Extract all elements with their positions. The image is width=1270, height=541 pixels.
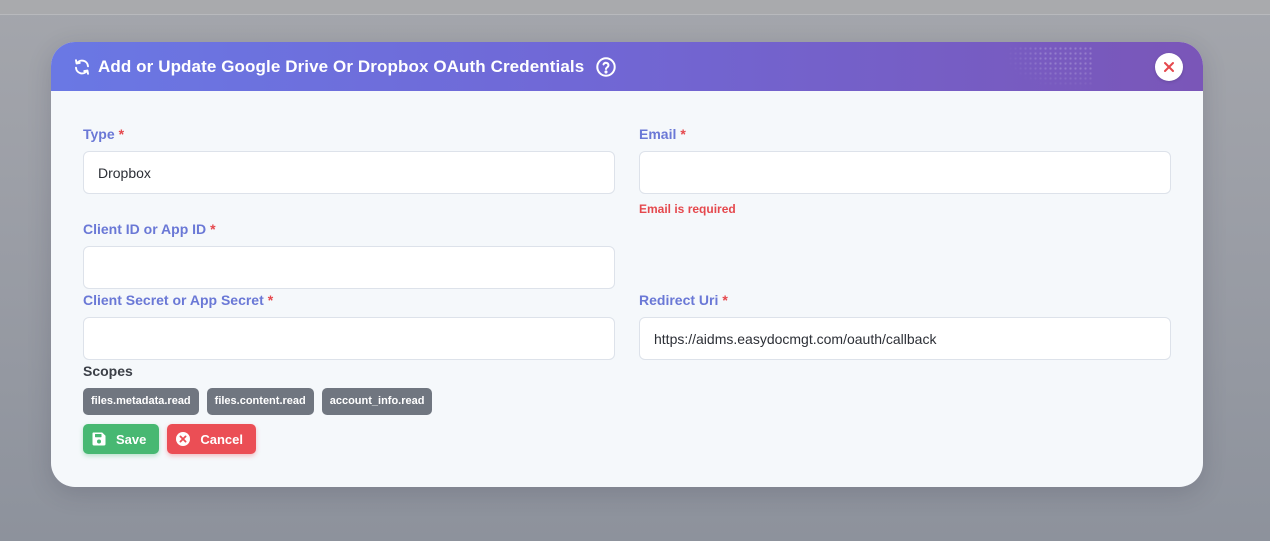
cancel-button-label: Cancel [200, 431, 244, 447]
client-secret-input[interactable] [83, 317, 615, 360]
required-mark: * [722, 292, 728, 308]
type-label-text: Type [83, 126, 115, 142]
redirect-uri-label: Redirect Uri * [639, 292, 728, 308]
client-id-input[interactable] [83, 246, 615, 289]
floppy-disk-icon [91, 431, 107, 447]
cancel-button[interactable]: Cancel [167, 424, 257, 454]
email-label-text: Email [639, 126, 677, 142]
scopes-list: files.metadata.read files.content.read a… [83, 388, 440, 415]
required-mark: * [267, 292, 274, 308]
header-decoration [1003, 46, 1093, 90]
scope-badge-files-metadata-read[interactable]: files.metadata.read [83, 388, 199, 415]
save-button-label: Save [116, 431, 147, 447]
type-input[interactable] [83, 151, 615, 194]
scopes-label: Scopes [83, 363, 133, 379]
client-id-label-text: Client ID or App ID [83, 221, 207, 237]
scope-badge-account-info-read[interactable]: account_info.read [321, 388, 433, 415]
modal-header: Add or Update Google Drive Or Dropbox OA… [51, 42, 1203, 91]
modal-title: Add or Update Google Drive Or Dropbox OA… [98, 56, 585, 76]
required-mark: * [680, 126, 686, 142]
close-circle-icon [175, 431, 191, 447]
form-actions: Save Cancel [83, 424, 264, 454]
help-circle-icon[interactable] [595, 56, 617, 78]
close-button[interactable] [1155, 53, 1183, 81]
email-label: Email * [639, 126, 686, 142]
scope-badge-files-content-read[interactable]: files.content.read [206, 388, 314, 415]
client-secret-label-text: Client Secret or App Secret [83, 292, 264, 308]
refresh-icon [73, 58, 91, 76]
client-id-label: Client ID or App ID * [83, 221, 216, 237]
type-label: Type * [83, 126, 124, 142]
redirect-uri-label-text: Redirect Uri [639, 292, 719, 308]
redirect-uri-input[interactable] [639, 317, 1171, 360]
save-button[interactable]: Save [83, 424, 160, 454]
background-top-bar [0, 0, 1270, 15]
close-icon [1164, 62, 1174, 72]
client-secret-label: Client Secret or App Secret * [83, 292, 273, 308]
required-mark: * [118, 126, 125, 142]
oauth-credentials-modal: Add or Update Google Drive Or Dropbox OA… [51, 42, 1203, 487]
email-input[interactable] [639, 151, 1171, 194]
email-error: Email is required [639, 202, 736, 216]
required-mark: * [210, 221, 216, 237]
